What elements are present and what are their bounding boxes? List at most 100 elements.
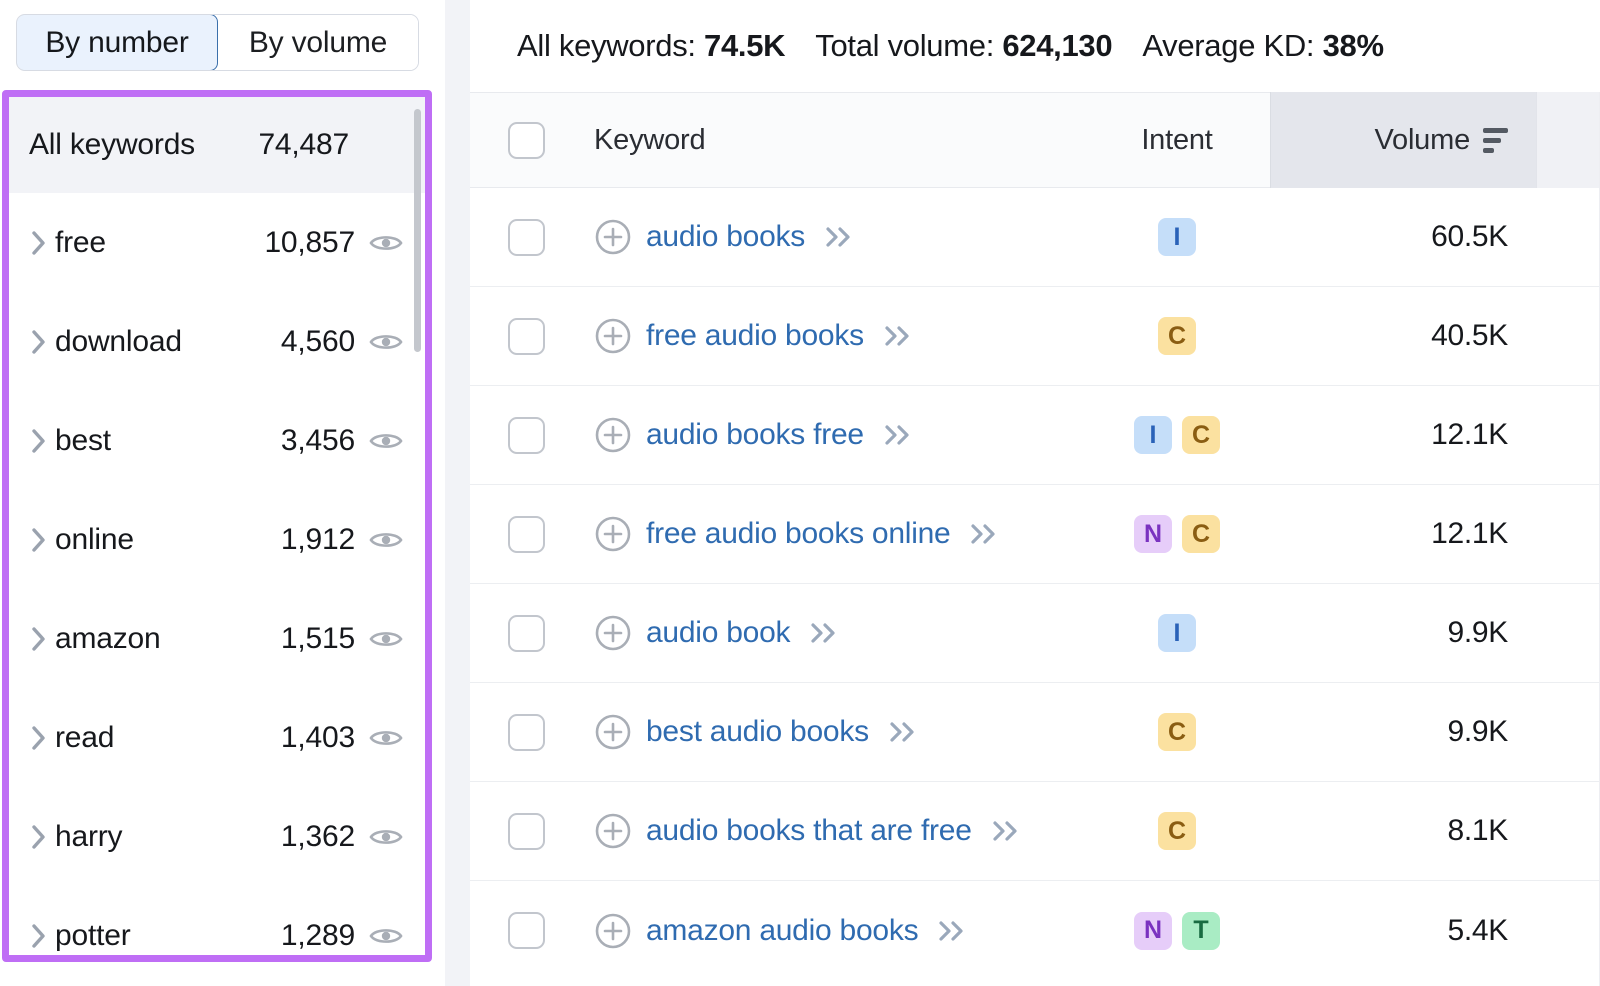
row-select-cell [470, 218, 582, 256]
double-chevron-right-icon[interactable] [887, 719, 921, 745]
intent-badge-C[interactable]: C [1158, 812, 1196, 850]
row-checkbox[interactable] [507, 812, 545, 850]
group-row[interactable]: amazon 1,515 [9, 589, 425, 688]
sort-mode-toggle[interactable]: By number By volume [16, 14, 419, 71]
row-checkbox[interactable] [507, 515, 545, 553]
row-checkbox[interactable] [507, 912, 545, 949]
group-label: free [55, 225, 106, 259]
eye-icon[interactable] [355, 429, 403, 453]
table-row[interactable]: free audio books online N C 12.1K [470, 485, 1600, 584]
intent-badge-C[interactable]: C [1182, 416, 1220, 454]
group-row-all-keywords[interactable]: All keywords 74,487 [9, 97, 425, 193]
intent-badge-C[interactable]: C [1182, 515, 1220, 553]
chevron-right-icon[interactable] [29, 822, 55, 852]
add-keyword-icon[interactable] [594, 515, 632, 553]
keyword-link[interactable]: amazon audio books [646, 914, 919, 948]
table-row[interactable]: amazon audio books N T 5.4K [470, 881, 1600, 980]
row-checkbox[interactable] [507, 713, 545, 751]
volume-value: 5.4K [1447, 913, 1508, 947]
intent-badge-C[interactable]: C [1158, 317, 1196, 355]
add-keyword-icon[interactable] [594, 614, 632, 652]
group-row[interactable]: best 3,456 [9, 391, 425, 490]
table-row[interactable]: audio books that are free C 8.1K [470, 782, 1600, 881]
group-count: 3,456 [280, 423, 355, 457]
sidebar-scrollbar-track[interactable] [414, 101, 423, 955]
group-row[interactable]: download 4,560 [9, 292, 425, 391]
table-row[interactable]: free audio books C 40.5K [470, 287, 1600, 386]
add-keyword-icon[interactable] [594, 713, 632, 751]
double-chevron-right-icon[interactable] [882, 422, 916, 448]
header-overflow-cell [1536, 92, 1600, 188]
header-intent-cell[interactable]: Intent [1084, 124, 1270, 157]
intent-badge-I[interactable]: I [1158, 614, 1196, 652]
eye-icon[interactable] [355, 726, 403, 750]
double-chevron-right-icon[interactable] [823, 224, 857, 250]
group-row[interactable]: free 10,857 [9, 193, 425, 292]
intent-badge-N[interactable]: N [1134, 515, 1172, 553]
summary-bar: All keywords: 74.5K Total volume: 624,13… [470, 0, 1600, 92]
header-keyword-cell[interactable]: Keyword [582, 124, 1084, 157]
toggle-by-number[interactable]: By number [17, 15, 218, 70]
row-checkbox[interactable] [507, 218, 545, 256]
chevron-right-icon[interactable] [29, 921, 55, 951]
row-select-cell [470, 912, 582, 949]
summary-total-volume-value: 624,130 [1002, 28, 1113, 63]
eye-icon[interactable] [355, 330, 403, 354]
keyword-link[interactable]: audio book [646, 616, 791, 650]
intent-badge-N[interactable]: N [1134, 911, 1172, 950]
intent-badge-I[interactable]: I [1134, 416, 1172, 454]
keyword-link[interactable]: free audio books [646, 319, 864, 353]
header-volume-cell[interactable]: Volume [1270, 92, 1536, 188]
chevron-right-icon[interactable] [29, 525, 55, 555]
double-chevron-right-icon[interactable] [882, 323, 916, 349]
chevron-right-icon[interactable] [29, 426, 55, 456]
double-chevron-right-icon[interactable] [968, 521, 1002, 547]
group-row[interactable]: read 1,403 [9, 688, 425, 787]
add-keyword-icon[interactable] [594, 912, 632, 950]
row-checkbox[interactable] [507, 614, 545, 652]
add-keyword-icon[interactable] [594, 416, 632, 454]
eye-icon[interactable] [355, 627, 403, 651]
eye-icon[interactable] [355, 825, 403, 849]
chevron-right-icon[interactable] [29, 723, 55, 753]
add-keyword-icon[interactable] [594, 218, 632, 256]
intent-badge-T[interactable]: T [1182, 911, 1220, 950]
keyword-link[interactable]: best audio books [646, 715, 869, 749]
sort-descending-icon[interactable] [1483, 127, 1508, 153]
group-count: 4,560 [280, 324, 355, 358]
table-row[interactable]: best audio books C 9.9K [470, 683, 1600, 782]
toggle-by-volume[interactable]: By volume [218, 15, 418, 70]
sidebar-scrollbar-thumb[interactable] [414, 109, 421, 352]
double-chevron-right-icon[interactable] [808, 620, 842, 646]
eye-icon[interactable] [355, 231, 403, 255]
table-row[interactable]: audio books I 60.5K [470, 188, 1600, 287]
double-chevron-right-icon[interactable] [990, 818, 1024, 844]
intent-badge-C[interactable]: C [1158, 713, 1196, 751]
chevron-right-icon[interactable] [29, 327, 55, 357]
row-intent-cell: C [1084, 812, 1270, 850]
table-row[interactable]: audio book I 9.9K [470, 584, 1600, 683]
add-keyword-icon[interactable] [594, 317, 632, 355]
select-all-checkbox[interactable] [507, 121, 545, 159]
chevron-right-icon[interactable] [29, 624, 55, 654]
keyword-link[interactable]: audio books [646, 220, 805, 254]
table-row[interactable]: audio books free I C 12.1K [470, 386, 1600, 485]
keyword-link[interactable]: free audio books online [646, 517, 951, 551]
keyword-link[interactable]: audio books free [646, 418, 864, 452]
row-checkbox[interactable] [507, 317, 545, 355]
keyword-link[interactable]: audio books that are free [646, 814, 972, 848]
eye-icon[interactable] [355, 924, 403, 948]
group-row[interactable]: harry 1,362 [9, 787, 425, 886]
double-chevron-right-icon[interactable] [936, 918, 970, 944]
intent-badges: NC [1134, 515, 1220, 553]
chevron-right-icon[interactable] [29, 228, 55, 258]
add-keyword-icon[interactable] [594, 812, 632, 850]
row-volume-cell: 9.9K [1270, 616, 1536, 650]
group-row[interactable]: online 1,912 [9, 490, 425, 589]
header-keyword-label: Keyword [594, 123, 706, 156]
intent-badge-I[interactable]: I [1158, 218, 1196, 256]
group-row[interactable]: potter 1,289 [9, 886, 425, 955]
row-checkbox[interactable] [507, 416, 545, 454]
app-root: By number By volume All keywords 74,487 … [0, 0, 1600, 986]
eye-icon[interactable] [355, 528, 403, 552]
